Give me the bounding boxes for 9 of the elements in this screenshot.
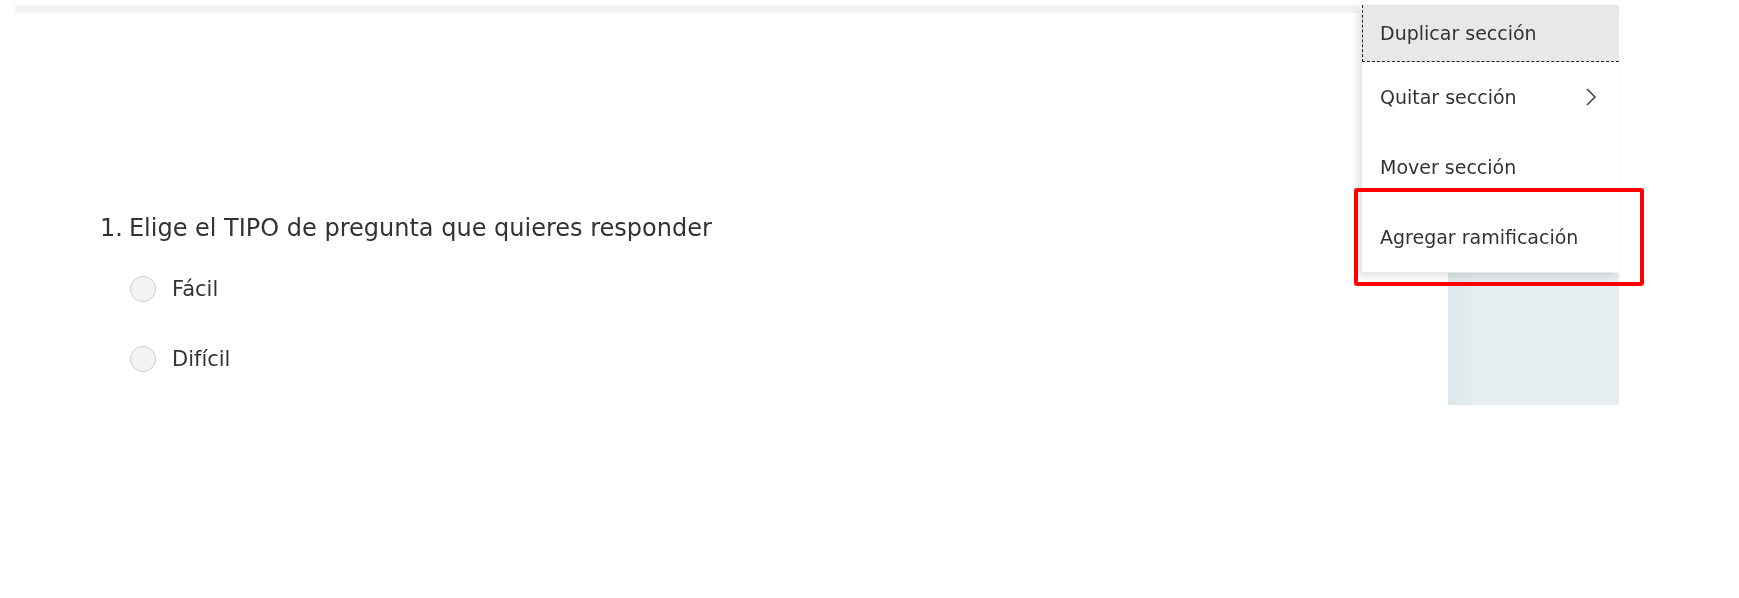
question-title: 1. Elige el TIPO de pregunta que quieres responder	[100, 214, 712, 242]
menu-item[interactable]: Agregar ramificación	[1362, 202, 1619, 272]
radio-button[interactable]	[130, 346, 156, 372]
option-label: Difícil	[172, 347, 231, 371]
menu-item[interactable]: Mover sección	[1362, 132, 1619, 202]
option-label: Fácil	[172, 277, 219, 301]
menu-item[interactable]: Quitar sección	[1362, 62, 1619, 132]
radio-button[interactable]	[130, 276, 156, 302]
menu-item[interactable]: Duplicar sección	[1362, 5, 1619, 62]
